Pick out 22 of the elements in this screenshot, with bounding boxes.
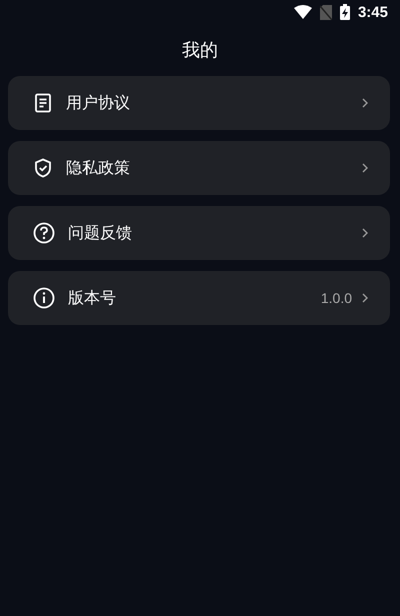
menu-item[interactable]: 隐私政策 [8,141,390,195]
chevron-icon [362,163,368,173]
wifi-icon [294,5,312,19]
chevron-icon [362,293,368,303]
menu-label: 问题反馈 [68,222,133,244]
menu-item[interactable]: 版本号 1.0.0 [8,271,390,325]
page-title: 我的 [181,39,219,63]
chevron-icon [362,98,368,108]
version-number: 1.0.0 [320,290,352,306]
shield-check-icon [33,158,53,178]
status-time: 3:45 [358,4,388,20]
help-icon [33,222,55,244]
menu-label: 用户协议 [66,92,131,114]
no-sim-icon [320,4,332,20]
menu-label: 隐私政策 [66,158,131,178]
info-icon [33,287,55,309]
menu-label: 版本号 [68,288,117,308]
menu-item[interactable]: 用户协议 [8,76,390,130]
menu-item[interactable]: 问题反馈 [8,206,390,260]
chevron-icon [362,228,368,238]
battery-charging-icon [340,4,350,20]
document-icon [33,93,53,113]
